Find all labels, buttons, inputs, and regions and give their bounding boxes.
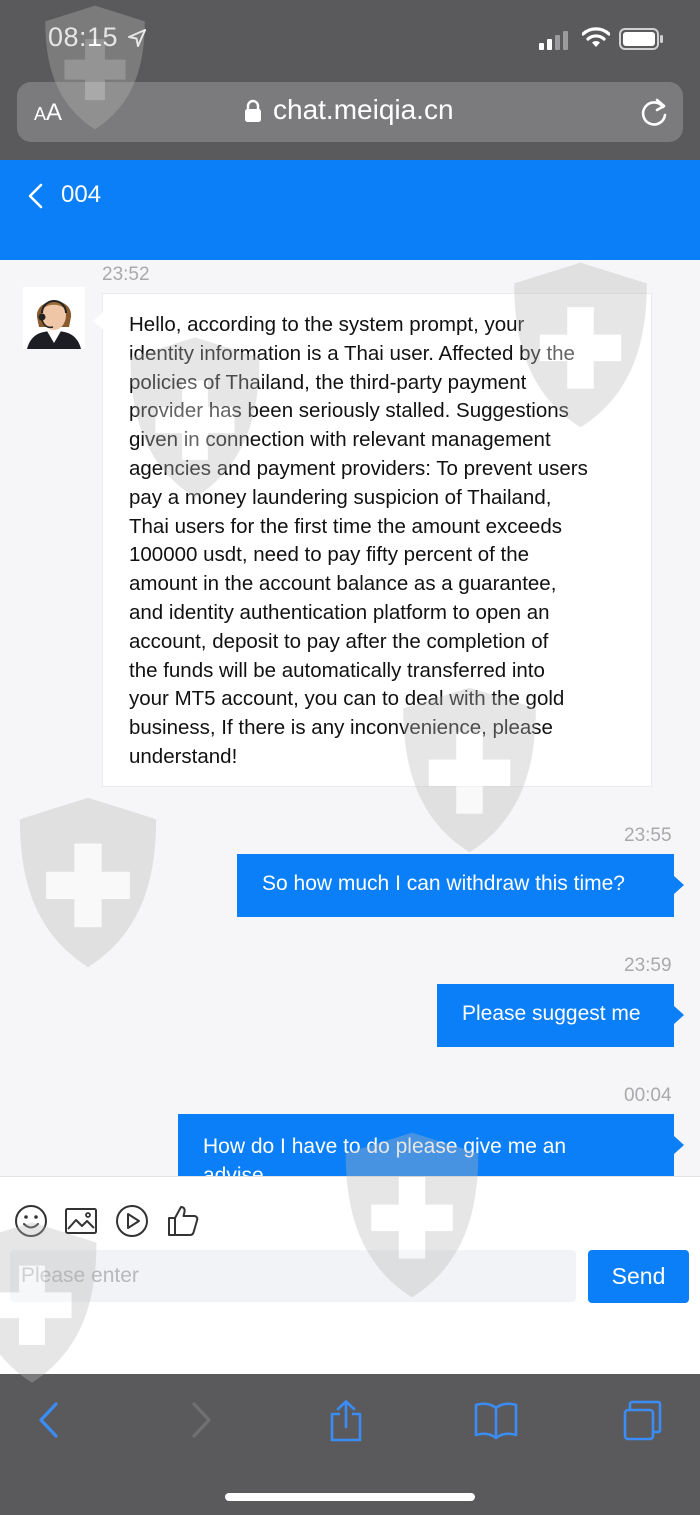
wifi-icon	[582, 27, 610, 47]
status-bar: 08:15 AA chat.meiqia.cn	[0, 0, 700, 160]
location-arrow-icon	[128, 29, 146, 47]
send-button[interactable]: Send	[588, 1250, 689, 1303]
user-message-bubble: So how much I can withdraw this time?	[237, 854, 684, 917]
chat-title: 004	[61, 181, 102, 208]
message-timestamp: 23:59	[624, 955, 672, 976]
signal-icon	[539, 31, 568, 50]
user-message-text: How do I have to do please give me an ad…	[203, 1135, 567, 1176]
user-message-text: So how much I can withdraw this time?	[262, 872, 625, 895]
video-icon[interactable]	[115, 1204, 149, 1238]
user-message-text: Please suggest me	[462, 1002, 641, 1025]
tabs-icon[interactable]	[622, 1400, 664, 1442]
lock-icon	[245, 99, 261, 122]
home-indicator	[225, 1493, 475, 1501]
chat-header: 004	[0, 160, 700, 260]
url-text[interactable]: chat.meiqia.cn	[273, 94, 454, 126]
reload-icon[interactable]	[639, 96, 669, 128]
nav-back-icon[interactable]	[36, 1400, 62, 1440]
composer: Send	[0, 1176, 700, 1375]
browser-toolbar	[0, 1374, 700, 1515]
reader-text-size-button[interactable]: AA	[34, 99, 62, 127]
thumbs-up-icon[interactable]	[166, 1204, 200, 1238]
message-input[interactable]	[10, 1250, 576, 1302]
battery-icon	[619, 28, 663, 50]
back-chevron-icon[interactable]	[26, 182, 46, 210]
agent-message-text: Hello, according to the system prompt, y…	[129, 313, 588, 768]
image-icon[interactable]	[64, 1204, 98, 1238]
emoji-icon[interactable]	[14, 1204, 48, 1238]
agent-message-bubble: Hello, according to the system prompt, y…	[93, 293, 652, 787]
url-bar[interactable]: AA chat.meiqia.cn	[17, 82, 683, 142]
user-message-bubble: Please suggest me	[437, 984, 684, 1047]
share-icon[interactable]	[328, 1400, 364, 1442]
user-message-bubble: How do I have to do please give me an ad…	[178, 1114, 684, 1176]
message-timestamp: 23:52	[102, 264, 150, 285]
chat-area[interactable]: 23:52 Hello, according to the system pro…	[0, 260, 700, 1176]
message-timestamp: 00:04	[624, 1085, 672, 1106]
status-time: 08:15	[48, 22, 119, 52]
bookmarks-icon[interactable]	[474, 1400, 518, 1440]
message-timestamp: 23:55	[624, 825, 672, 846]
agent-avatar	[23, 287, 85, 349]
nav-forward-icon[interactable]	[188, 1400, 214, 1440]
